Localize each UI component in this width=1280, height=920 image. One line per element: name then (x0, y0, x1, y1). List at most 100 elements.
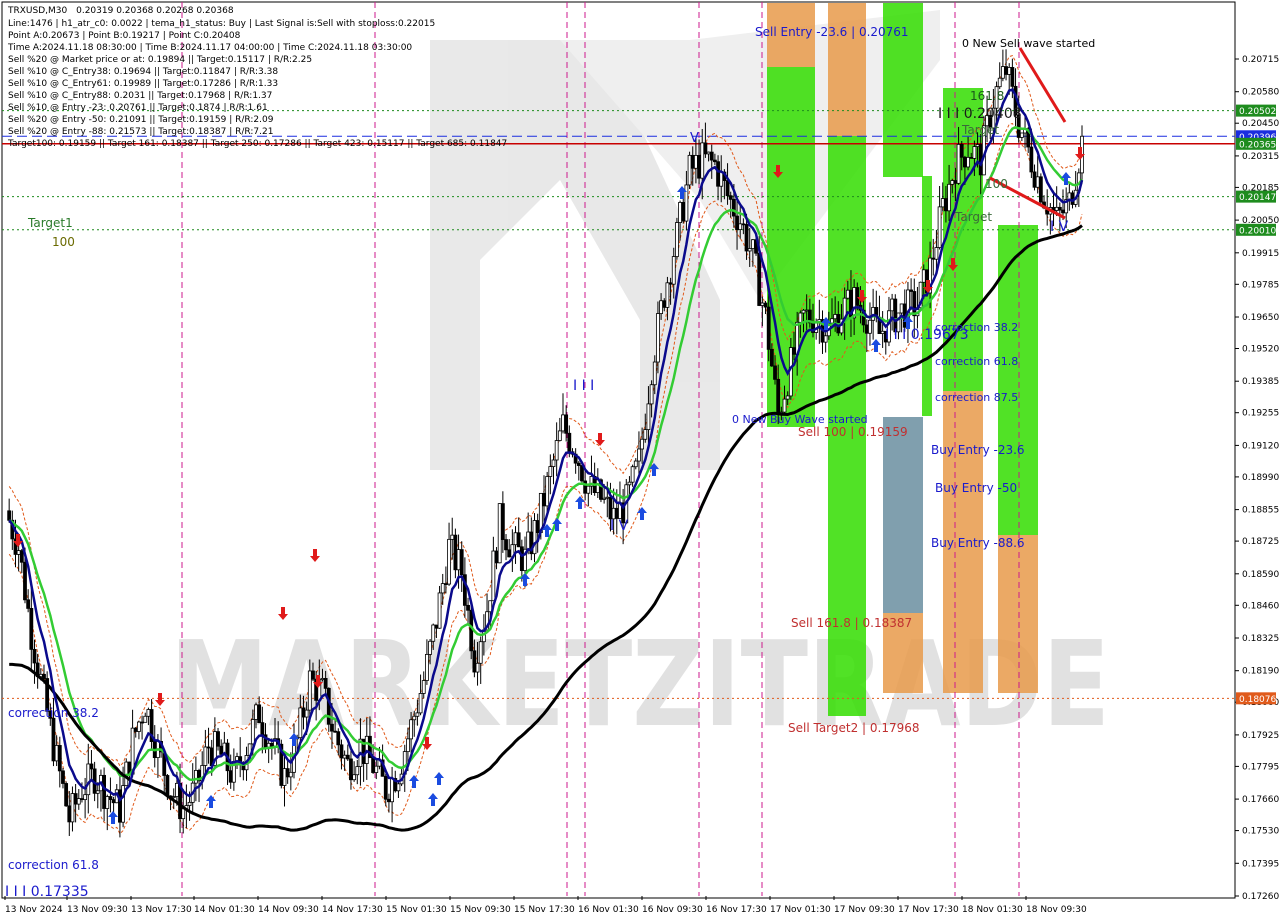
x-tick-label: 17 Nov 01:30 (770, 905, 831, 915)
candle-body (773, 365, 777, 380)
candle-body (709, 151, 714, 161)
candle-body (288, 771, 293, 778)
candle-body (602, 497, 607, 500)
buy-entry-23-label: Buy Entry -23.6 (931, 443, 1025, 457)
ohlc-label: 0.20319 0.20368 0.20268 0.20368 (76, 6, 234, 16)
candle-body (747, 248, 752, 252)
candle-body (67, 805, 72, 823)
info-line: Sell %10 @ C_Entry38: 0.19694 || Target:… (8, 67, 278, 77)
candle-body (963, 156, 967, 168)
candle-body (532, 520, 537, 555)
candle-body (472, 650, 477, 673)
candle-body (447, 538, 451, 585)
candle-body (374, 765, 379, 773)
candle-body (415, 712, 420, 717)
candle-body (823, 335, 828, 343)
candle-body (70, 793, 75, 823)
candle-body (440, 583, 445, 594)
candle-body (687, 154, 692, 186)
candle-body (118, 789, 122, 823)
candle-body (19, 550, 24, 563)
candle-body (1010, 67, 1015, 87)
candle-body (421, 680, 426, 694)
candle-body (516, 532, 521, 548)
x-tick-label: 15 Nov 17:30 (514, 905, 575, 915)
candle-body (868, 319, 872, 334)
candle-body (266, 742, 271, 748)
y-tick-label: 0.20450 (1242, 119, 1279, 129)
candle-body (944, 198, 948, 212)
candle-body (630, 466, 635, 483)
candle-body (406, 738, 410, 753)
y-tick-label: 0.17530 (1242, 827, 1279, 837)
buy-entry-88-label: Buy Entry -88.6 (931, 536, 1025, 550)
sell-100-label: Sell 100 | 0.19159 (798, 425, 908, 439)
candle-body (633, 460, 638, 468)
candle-body (627, 481, 632, 486)
candle-body (174, 782, 179, 797)
candle-body (336, 731, 341, 746)
candle-body (668, 282, 673, 285)
wave-v-label: V (690, 131, 699, 146)
info-line: Line:1476 | h1_atr_c0: 0.0022 | tema_h1_… (8, 19, 435, 29)
candle-body (89, 763, 94, 770)
candle-body (298, 707, 303, 739)
y-tick-label: 0.18325 (1242, 634, 1279, 644)
candle-body (507, 549, 512, 558)
y-tick-label: 0.17395 (1242, 859, 1279, 869)
candle-body (425, 653, 429, 681)
candle-body (26, 599, 31, 609)
candle-body (437, 592, 442, 629)
correction-61-left: correction 61.8 (8, 858, 99, 872)
candle-body (478, 641, 483, 664)
candle-body (137, 721, 141, 732)
y-tick-label: 0.18990 (1242, 473, 1279, 483)
sell-target2-label: Sell Target2 | 0.17968 (788, 721, 920, 735)
trading-chart[interactable]: MARKETZITRADE TRXUSD,M30 0.20319 0.20368… (0, 0, 1280, 920)
candle-body (466, 604, 470, 611)
candle-body (494, 550, 499, 564)
candle-body (320, 678, 325, 681)
wave-iv-label-1: I V (610, 518, 629, 534)
candle-body (1054, 206, 1059, 211)
target-mid-label: Target (961, 123, 999, 137)
wave-iii-label: I I I (573, 378, 594, 394)
candle-body (576, 462, 581, 466)
candle-body (890, 298, 895, 312)
candle-body (662, 300, 667, 308)
candle-body (269, 742, 274, 747)
candle-body (456, 549, 461, 571)
candle-body (29, 608, 34, 650)
price-badge-label: 0.20365 (1239, 140, 1276, 150)
candle-body (703, 142, 708, 155)
y-tick-label: 0.18590 (1242, 570, 1279, 580)
candle-body (542, 492, 546, 507)
candle-body (852, 287, 857, 319)
candle-body (304, 709, 309, 718)
candle-body (409, 719, 413, 740)
candle-body (649, 384, 654, 405)
candle-body (102, 774, 107, 809)
candle-body (16, 550, 21, 555)
candle-body (504, 539, 508, 551)
candle-body (792, 347, 796, 355)
candle-body (564, 414, 569, 434)
candle-body (1029, 146, 1034, 173)
point-c-label: I I I 0.20408 (938, 106, 1022, 122)
candle-body (719, 171, 724, 187)
candle-body (326, 687, 331, 725)
symbol-label: TRXUSD,M30 (7, 6, 67, 16)
candle-body (681, 202, 686, 222)
info-line: Sell %10 @ C_Entry88: 0.2031 || Target:0… (8, 91, 272, 101)
candle-body (934, 247, 939, 260)
candle-body (909, 289, 914, 292)
candle-body (614, 507, 619, 519)
candle-body (1007, 67, 1012, 75)
candle-body (940, 198, 945, 208)
candle-body (339, 744, 344, 759)
candle-body (725, 180, 730, 197)
y-tick-label: 0.19255 (1242, 409, 1279, 419)
candle-body (23, 561, 27, 601)
candle-body (254, 704, 258, 720)
candle-body (975, 144, 980, 147)
